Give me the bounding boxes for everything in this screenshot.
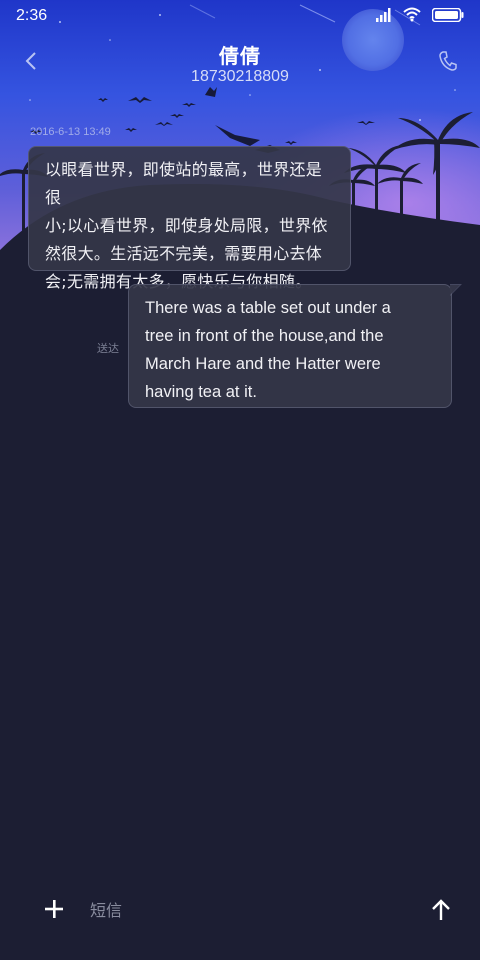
- delivery-status: 送达: [97, 342, 119, 355]
- arrow-up-icon: [430, 899, 452, 926]
- sms-input[interactable]: [90, 896, 390, 924]
- bubble-tail-inner: [450, 285, 460, 295]
- call-button[interactable]: [436, 50, 460, 76]
- message-timestamp: 2016-6-13 13:49: [30, 126, 111, 138]
- outgoing-message-bubble[interactable]: There was a table set out under a tree i…: [128, 284, 462, 408]
- message-line: tree in front of the house,and the: [145, 327, 384, 345]
- message-line: 以眼看世界，即使站的最高，世界还是很: [45, 160, 323, 207]
- status-time: 2:36: [16, 7, 48, 24]
- status-bar: 2:36: [0, 0, 480, 32]
- contact-name: 倩倩: [219, 44, 261, 68]
- phone-icon: [439, 51, 457, 75]
- message-line: 然很大。生活远不完美，需要用心去体: [45, 244, 323, 263]
- message-line: 小;以心看世界，即使身处局限，世界依: [45, 216, 328, 235]
- send-button[interactable]: [430, 898, 452, 922]
- status-icons: [376, 6, 464, 26]
- incoming-message-bubble[interactable]: 以眼看世界，即使站的最高，世界还是很 小;以心看世界，即使身处局限，世界依 然很…: [28, 146, 351, 291]
- wifi-icon: [402, 6, 422, 26]
- add-attachment-button[interactable]: [42, 897, 66, 921]
- message-line: having tea at it.: [145, 383, 257, 401]
- plus-icon: [42, 900, 66, 925]
- signal-icon: [376, 7, 392, 26]
- message-line: March Hare and the Hatter were: [145, 355, 381, 373]
- message-line: There was a table set out under a: [145, 299, 391, 317]
- battery-icon: [431, 7, 464, 26]
- contact-number: 18730218809: [191, 68, 289, 85]
